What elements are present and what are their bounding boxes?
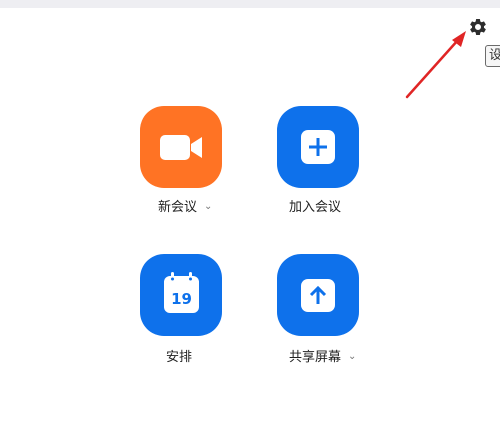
red-annotation-arrow — [405, 31, 466, 99]
chevron-down-icon[interactable]: ⌄ — [204, 201, 212, 212]
new-meeting-label[interactable]: 新会议 ⌄ — [158, 196, 212, 215]
join-meeting-button[interactable] — [277, 106, 359, 188]
chevron-down-icon[interactable]: ⌄ — [348, 351, 356, 362]
schedule-button[interactable]: 19 — [140, 254, 222, 336]
new-meeting-button[interactable] — [140, 106, 222, 188]
upload-arrow-icon — [301, 279, 335, 312]
share-screen-button[interactable] — [277, 254, 359, 336]
join-meeting-text: 加入会议 — [289, 200, 342, 215]
new-meeting-text: 新会议 — [158, 200, 198, 215]
video-camera-icon — [160, 135, 202, 160]
plus-icon — [301, 130, 335, 164]
calendar-icon: 19 — [164, 272, 199, 313]
share-screen-label[interactable]: 共享屏幕 ⌄ — [289, 346, 356, 365]
calendar-day: 19 — [171, 290, 192, 308]
schedule-text: 安排 — [166, 350, 193, 365]
share-screen-text: 共享屏幕 — [289, 350, 342, 365]
join-meeting-label[interactable]: 加入会议 — [289, 196, 341, 215]
schedule-label[interactable]: 安排 — [166, 346, 192, 365]
